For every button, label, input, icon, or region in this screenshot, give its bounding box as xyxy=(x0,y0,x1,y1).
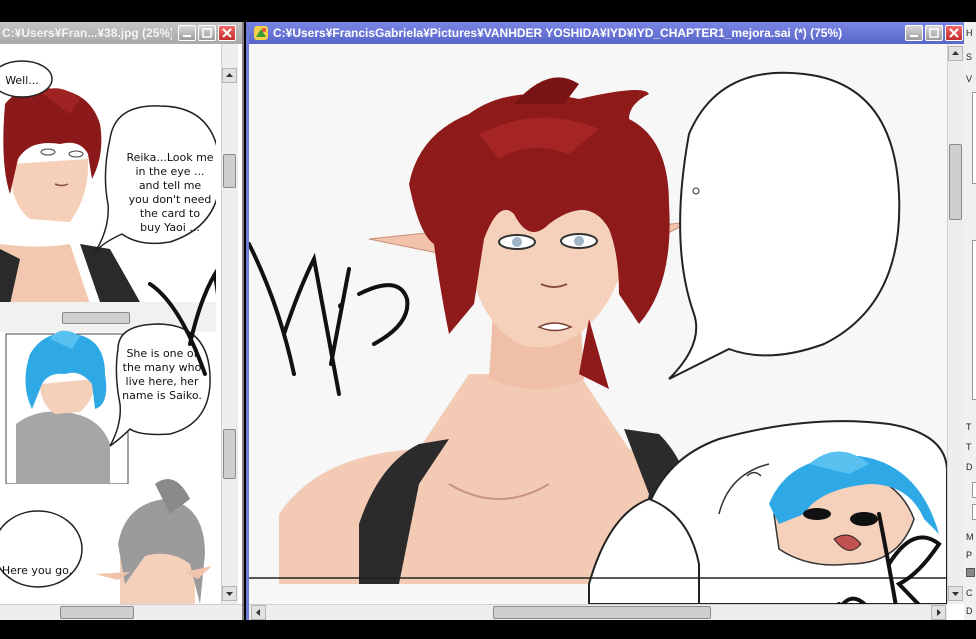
bubble-text-well: Well... xyxy=(5,74,39,87)
bottom-black-bar xyxy=(0,620,976,639)
panel-field[interactable] xyxy=(972,482,976,498)
minimize-icon xyxy=(910,35,918,37)
bubble-line: live here, her xyxy=(125,375,199,388)
top-black-bar xyxy=(0,0,976,22)
scroll-left-icon xyxy=(256,609,260,616)
panel-box[interactable] xyxy=(972,92,976,184)
bubble-text-here-you-go: Here you go. xyxy=(1,564,73,577)
main-horizontal-thumb[interactable] xyxy=(493,606,711,619)
panel-label: M xyxy=(966,532,974,542)
reference-horizontal-thumb[interactable] xyxy=(60,606,134,619)
panel-label: H xyxy=(966,28,973,38)
close-icon xyxy=(949,28,959,38)
scroll-up-button[interactable] xyxy=(222,68,237,83)
maximize-button[interactable] xyxy=(198,25,216,41)
main-vertical-scrollbar[interactable] xyxy=(947,44,964,604)
reference-vertical-thumb-2[interactable] xyxy=(223,429,236,479)
bubble-line: She is one of xyxy=(126,347,198,360)
main-canvas-window[interactable]: C:¥Users¥FrancisGabriela¥Pictures¥VANHDE… xyxy=(246,22,964,620)
minimize-icon xyxy=(183,35,191,37)
main-window-titlebar[interactable]: C:¥Users¥FrancisGabriela¥Pictures¥VANHDE… xyxy=(249,22,964,44)
maximize-button[interactable] xyxy=(925,25,943,41)
scroll-down-icon xyxy=(226,592,233,596)
main-canvas[interactable] xyxy=(249,44,947,604)
panel-label: V xyxy=(966,74,973,84)
reference-panel-scroll-thumb[interactable] xyxy=(62,312,130,324)
bubble-line: the many who xyxy=(122,361,202,374)
app-icon xyxy=(254,26,268,40)
bubble-text-saiko: She is one of the many who live here, he… xyxy=(118,347,206,403)
bubble-line: Reika...Look me xyxy=(126,151,214,164)
main-window-title: C:¥Users¥FrancisGabriela¥Pictures¥VANHDE… xyxy=(273,26,843,40)
panel-label: S xyxy=(966,52,973,62)
panel-label: T xyxy=(966,422,972,432)
bubble-line: name is Saiko. xyxy=(122,389,202,402)
panel-label: D xyxy=(966,462,973,472)
minimize-button[interactable] xyxy=(178,25,196,41)
main-horizontal-scrollbar[interactable] xyxy=(249,604,947,620)
scroll-right-icon xyxy=(937,609,941,616)
bubble-line: you don't need xyxy=(128,193,212,206)
reference-canvas[interactable]: Well... Reika...Look me in the eye ... a… xyxy=(0,44,216,604)
main-vertical-thumb[interactable] xyxy=(949,144,962,220)
reference-vertical-scrollbar[interactable] xyxy=(221,44,238,604)
reference-horizontal-scrollbar[interactable] xyxy=(0,604,242,620)
reference-image-window[interactable]: C:¥Users¥Fran...¥38.jpg (25%) Well... Re… xyxy=(0,22,244,620)
bubble-line: buy Yaoi ... xyxy=(140,221,200,234)
panel-label: P xyxy=(966,550,973,560)
close-button[interactable] xyxy=(218,25,236,41)
maximize-icon xyxy=(929,28,939,38)
right-tool-panel[interactable]: H S V T T D M P C D xyxy=(964,22,976,620)
minimize-button[interactable] xyxy=(905,25,923,41)
reference-vertical-thumb[interactable] xyxy=(223,154,236,188)
scroll-down-button[interactable] xyxy=(948,586,963,601)
scroll-left-button[interactable] xyxy=(251,605,266,620)
reference-comic-art xyxy=(0,44,216,604)
panel-label: C xyxy=(966,588,973,598)
bubble-line: in the eye ... xyxy=(135,165,205,178)
bubble-line: and tell me xyxy=(138,179,202,192)
scroll-up-icon xyxy=(952,51,959,55)
maximize-icon xyxy=(202,28,212,38)
panel-label: T xyxy=(966,442,972,452)
scroll-up-button[interactable] xyxy=(948,46,963,61)
close-icon xyxy=(222,28,232,38)
scroll-down-icon xyxy=(952,592,959,596)
reference-window-title: C:¥Users¥Fran...¥38.jpg (25%) xyxy=(2,26,172,40)
close-button[interactable] xyxy=(945,25,963,41)
panel-box[interactable] xyxy=(972,240,976,400)
bubble-text-reika: Reika...Look me in the eye ... and tell … xyxy=(120,151,216,235)
panel-checkbox[interactable] xyxy=(966,568,975,577)
panel-label: D xyxy=(966,606,973,616)
scroll-right-button[interactable] xyxy=(931,605,946,620)
panel-field[interactable] xyxy=(972,504,976,520)
reference-window-titlebar[interactable]: C:¥Users¥Fran...¥38.jpg (25%) xyxy=(0,22,242,44)
scroll-down-button[interactable] xyxy=(222,586,237,601)
main-comic-art xyxy=(249,44,947,604)
bubble-line: the card to xyxy=(139,207,201,220)
scroll-up-icon xyxy=(226,73,233,77)
